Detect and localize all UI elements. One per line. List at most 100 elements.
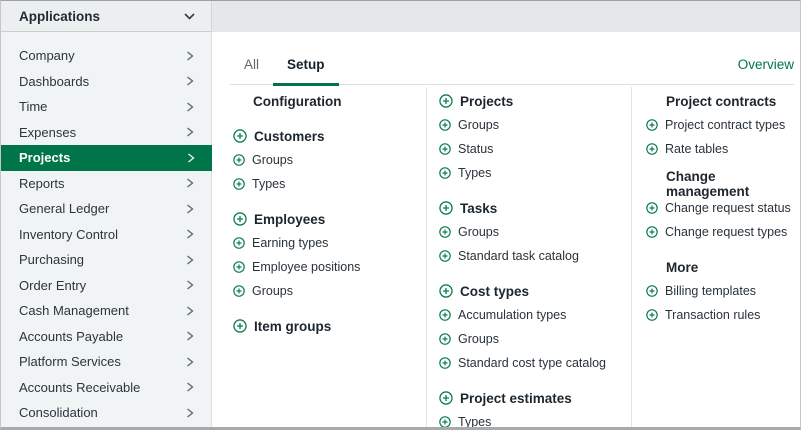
setup-item-row[interactable]: Groups [439,113,631,137]
plus-circle-icon[interactable] [439,226,451,238]
plus-circle-icon[interactable] [233,154,245,166]
setup-group-change-management: Change management Change request status … [646,172,800,244]
chevron-right-icon [186,204,194,214]
setup-item-row[interactable]: Change request types [646,220,800,244]
plus-circle-icon[interactable] [439,284,453,298]
setup-item-row[interactable]: Transaction rules [646,303,800,327]
main-content: All Setup Overview Configuration Custome… [213,32,800,427]
group-title-label: Change management [646,169,800,199]
sidebar-item-platform-services[interactable]: Platform Services [1,349,211,375]
application-window: Applications Company Dashboards Time Exp… [0,0,801,430]
sidebar-item-label: Inventory Control [19,227,118,242]
setup-item-label: Change request status [665,201,791,215]
sidebar-item-inventory-control[interactable]: Inventory Control [1,222,211,248]
chevron-down-icon [184,13,195,20]
tab-setup[interactable]: Setup [273,47,339,86]
plus-circle-icon[interactable] [439,94,453,108]
group-title-label: Configuration [233,94,341,109]
sidebar-item-label: Reports [19,176,65,191]
sidebar-item-projects[interactable]: Projects [1,145,212,171]
sidebar-item-general-ledger[interactable]: General Ledger [1,196,211,222]
setup-column-2: Projects Groups Status Types [426,87,631,427]
chevron-right-icon [186,280,194,290]
plus-circle-icon[interactable] [646,309,658,321]
plus-circle-icon[interactable] [233,178,245,190]
plus-circle-icon[interactable] [439,143,451,155]
plus-circle-icon[interactable] [646,202,658,214]
setup-group-customers: Customers Groups Types [233,124,426,196]
setup-item-row[interactable]: Standard cost type catalog [439,351,631,375]
plus-circle-icon[interactable] [439,416,451,428]
sidebar-item-order-entry[interactable]: Order Entry [1,273,211,299]
setup-group-configuration: Configuration [233,89,426,113]
plus-circle-icon[interactable] [646,285,658,297]
setup-item-label: Change request types [665,225,787,239]
plus-circle-icon[interactable] [439,357,451,369]
sidebar-item-dashboards[interactable]: Dashboards [1,69,211,95]
plus-circle-icon[interactable] [646,226,658,238]
setup-item-row[interactable]: Accumulation types [439,303,631,327]
sidebar-item-company[interactable]: Company [1,43,211,69]
chevron-right-icon [186,51,194,61]
setup-group-title-row[interactable]: Cost types [439,279,631,303]
setup-item-row[interactable]: Rate tables [646,137,800,161]
group-title-label: Project contracts [646,94,776,109]
plus-circle-icon[interactable] [439,333,451,345]
setup-item-row[interactable]: Billing templates [646,279,800,303]
setup-item-row[interactable]: Change request status [646,196,800,220]
setup-group-title-row[interactable]: Customers [233,124,426,148]
sidebar-item-label: General Ledger [19,201,109,216]
plus-circle-icon[interactable] [233,319,247,333]
setup-item-row[interactable]: Types [233,172,426,196]
sidebar-item-purchasing[interactable]: Purchasing [1,247,211,273]
sidebar-item-reports[interactable]: Reports [1,171,211,197]
plus-circle-icon[interactable] [233,261,245,273]
plus-circle-icon[interactable] [233,237,245,249]
sidebar-item-accounts-payable[interactable]: Accounts Payable [1,324,211,350]
setup-item-row[interactable]: Earning types [233,231,426,255]
setup-group-title-row[interactable]: Employees [233,207,426,231]
plus-circle-icon[interactable] [646,119,658,131]
setup-item-row[interactable]: Project contract types [646,113,800,137]
setup-group-title-row[interactable]: Project estimates [439,386,631,410]
plus-circle-icon[interactable] [439,119,451,131]
setup-item-row[interactable]: Groups [233,279,426,303]
plus-circle-icon[interactable] [233,212,247,226]
chevron-right-icon [186,127,194,137]
setup-group-header-row: Project contracts [646,89,800,113]
sidebar-item-expenses[interactable]: Expenses [1,120,211,146]
setup-item-label: Standard cost type catalog [458,356,606,370]
plus-circle-icon[interactable] [439,201,453,215]
setup-item-row[interactable]: Types [439,161,631,185]
setup-item-row[interactable]: Employee positions [233,255,426,279]
setup-item-row[interactable]: Groups [233,148,426,172]
plus-circle-icon[interactable] [439,391,453,405]
setup-item-row[interactable]: Types [439,410,631,430]
plus-circle-icon[interactable] [646,143,658,155]
setup-item-row[interactable]: Status [439,137,631,161]
sidebar-item-cash-management[interactable]: Cash Management [1,298,211,324]
setup-item-row[interactable]: Standard task catalog [439,244,631,268]
applications-menu-button[interactable]: Applications [1,1,212,32]
sidebar-item-time[interactable]: Time [1,94,211,120]
sidebar-item-accounts-receivable[interactable]: Accounts Receivable [1,375,211,401]
setup-group-title-row[interactable]: Item groups [233,314,426,338]
plus-circle-icon[interactable] [233,285,245,297]
plus-circle-icon[interactable] [439,309,451,321]
setup-column-1: Configuration Customers Groups Types [213,87,426,427]
chevron-right-icon [186,357,194,367]
setup-item-label: Groups [252,284,293,298]
tab-all[interactable]: All [230,47,273,86]
setup-item-row[interactable]: Groups [439,327,631,351]
plus-circle-icon[interactable] [439,250,451,262]
sidebar-item-consolidation[interactable]: Consolidation [1,400,211,426]
setup-column-3: Project contracts Project contract types… [631,87,800,427]
overview-link[interactable]: Overview [738,57,794,84]
setup-item-label: Earning types [252,236,328,250]
top-band [212,1,800,32]
setup-item-row[interactable]: Groups [439,220,631,244]
setup-group-title-row[interactable]: Projects [439,89,631,113]
plus-circle-icon[interactable] [439,167,451,179]
plus-circle-icon[interactable] [233,129,247,143]
setup-group-title-row[interactable]: Tasks [439,196,631,220]
